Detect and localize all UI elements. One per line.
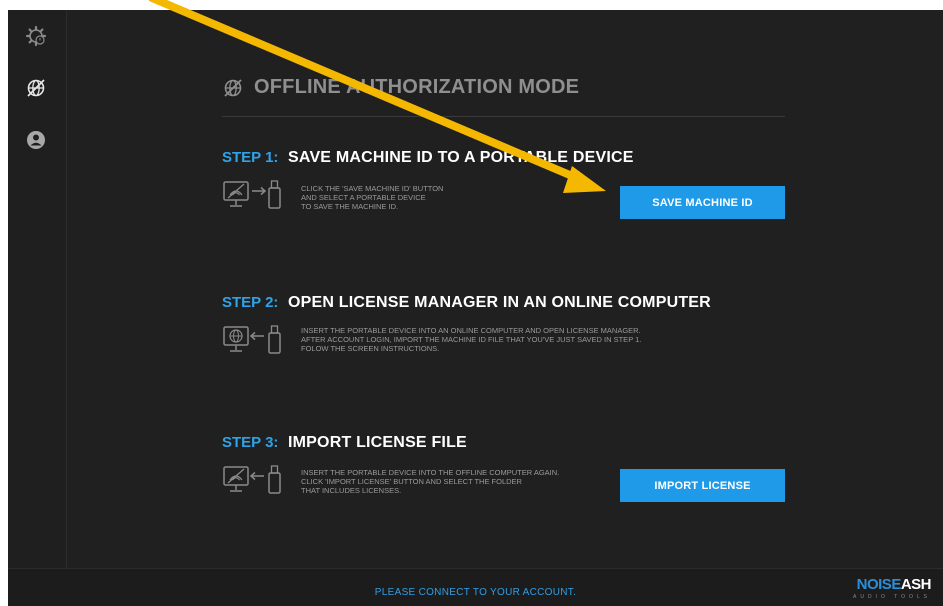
save-machine-id-button[interactable]: SAVE MACHINE ID	[620, 186, 785, 219]
step-1-number: STEP 1:	[222, 149, 279, 166]
offline-globe-icon[interactable]	[22, 74, 50, 102]
step-1-description-line: AND SELECT A PORTABLE DEVICE	[301, 193, 426, 202]
computer-to-usb-icon	[223, 180, 281, 209]
app-window: OFFLINE AUTHORIZATION MODE STEP 1: SAVE …	[8, 10, 943, 606]
logo-noise: NOISE	[856, 576, 902, 593]
step-2-number: STEP 2:	[222, 294, 279, 311]
step-2-description: INSERT THE PORTABLE DEVICE INTO AN ONLIN…	[301, 326, 641, 353]
step-3-description-line: INSERT THE PORTABLE DEVICE INTO THE OFFL…	[301, 468, 560, 477]
main-content: OFFLINE AUTHORIZATION MODE STEP 1: SAVE …	[67, 10, 943, 568]
step-3-description-line: THAT INCLUDES LICENSES.	[301, 486, 402, 495]
step-1-heading: STEP 1: SAVE MACHINE ID TO A PORTABLE DE…	[222, 149, 634, 167]
page-title-text: OFFLINE AUTHORIZATION MODE	[254, 76, 580, 98]
usb-to-offline-computer-icon	[223, 465, 281, 494]
offline-globe-icon	[224, 78, 242, 97]
step-1-title: SAVE MACHINE ID TO A PORTABLE DEVICE	[288, 149, 634, 166]
step-2-description-line: INSERT THE PORTABLE DEVICE INTO AN ONLIN…	[301, 326, 641, 335]
page-title: OFFLINE AUTHORIZATION MODE	[222, 76, 579, 99]
step-3-heading: STEP 3: IMPORT LICENSE FILE	[222, 434, 467, 452]
status-bar: PLEASE CONNECT TO YOUR ACCOUNT. NOISEASH…	[8, 568, 943, 606]
step-1-description-line: CLICK THE 'SAVE MACHINE ID' BUTTON	[301, 184, 444, 193]
step-3-title: IMPORT LICENSE FILE	[288, 434, 467, 451]
step-1-description: CLICK THE 'SAVE MACHINE ID' BUTTON AND S…	[301, 184, 443, 211]
step-2-heading: STEP 2: OPEN LICENSE MANAGER IN AN ONLIN…	[222, 294, 711, 312]
step-1-description-line: TO SAVE THE MACHINE ID.	[301, 202, 399, 211]
logo-subtitle: AUDIO TOOLS	[853, 594, 931, 600]
step-3-description-line: CLICK 'IMPORT LICENSE' BUTTON AND SELECT…	[301, 477, 522, 486]
step-3-description: INSERT THE PORTABLE DEVICE INTO THE OFFL…	[301, 468, 559, 495]
step-2-title: OPEN LICENSE MANAGER IN AN ONLINE COMPUT…	[288, 294, 711, 311]
import-license-button[interactable]: IMPORT LICENSE	[620, 469, 785, 502]
step-2-description-line: AFTER ACCOUNT LOGIN, IMPORT THE MACHINE …	[301, 335, 642, 344]
settings-gear-icon[interactable]	[22, 22, 50, 50]
step-2-description-line: FOLOW THE SCREEN INSTRUCTIONS.	[301, 344, 440, 353]
usb-to-online-computer-icon	[223, 325, 281, 354]
title-divider	[222, 116, 785, 117]
sidebar	[8, 10, 67, 568]
connect-account-message[interactable]: PLEASE CONNECT TO YOUR ACCOUNT.	[8, 587, 943, 598]
step-3-number: STEP 3:	[222, 434, 279, 451]
logo-ash: ASH	[900, 576, 932, 593]
noiseash-logo: NOISEASH AUDIO TOOLS	[853, 576, 932, 600]
user-account-icon[interactable]	[22, 126, 50, 154]
